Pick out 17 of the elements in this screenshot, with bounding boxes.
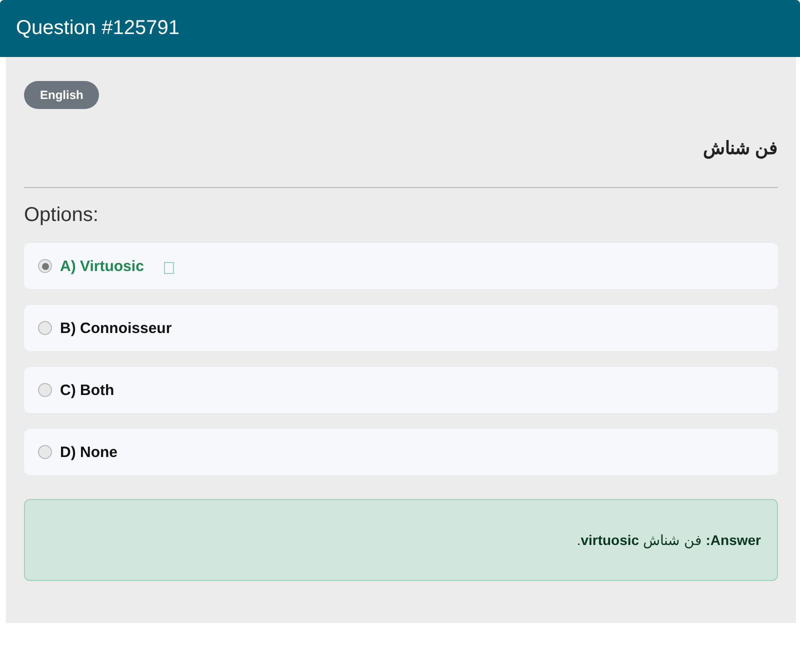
option-row[interactable]: A) Virtuosic (24, 243, 778, 289)
option-row[interactable]: B) Connoisseur (24, 305, 778, 351)
radio-button[interactable] (38, 383, 52, 397)
question-text: فن شناش (702, 137, 778, 159)
question-title: Question #125791 (16, 17, 180, 40)
radio-button[interactable] (38, 321, 52, 335)
option-text: C) Both (60, 382, 114, 398)
option-row[interactable]: C) Both (24, 367, 778, 413)
language-badge[interactable]: English (24, 81, 100, 109)
missing-glyph-icon (164, 262, 174, 274)
option-text: B) Connoisseur (60, 320, 172, 336)
option-text: A) Virtuosic (60, 258, 144, 274)
radio-button[interactable] (38, 259, 52, 273)
radio-button[interactable] (38, 445, 52, 459)
options-label: Options: (24, 204, 100, 227)
option-row[interactable]: D) None (24, 429, 778, 475)
option-text: D) None (60, 444, 118, 460)
